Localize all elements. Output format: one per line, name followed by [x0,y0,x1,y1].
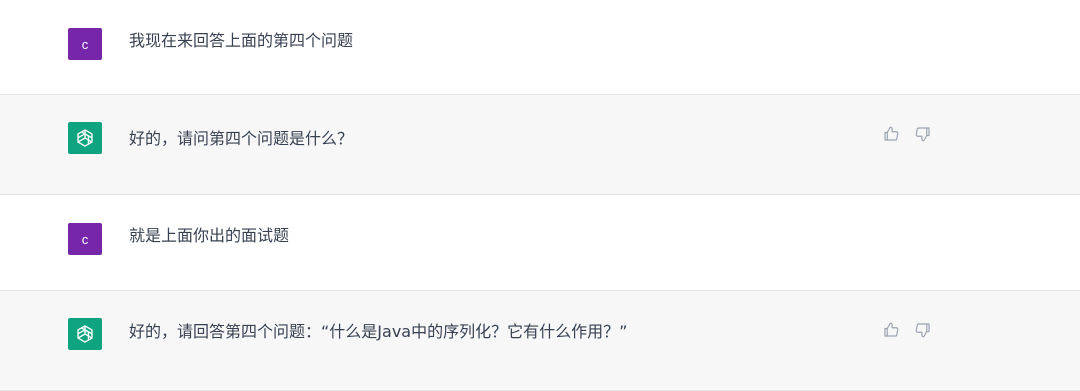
assistant-message: 好的，请问第四个问题是什么？ [0,95,1080,195]
message-text: 好的，请回答第四个问题：“什么是Java中的序列化？它有什么作用？” [129,322,628,341]
chat-thread: c 我现在来回答上面的第四个问题 好的，请问第四个问题是什么？ c 就是上面你出… [0,0,1080,391]
message-text: 我现在来回答上面的第四个问题 [129,31,354,50]
user-avatar: c [68,223,102,255]
user-message: c 我现在来回答上面的第四个问题 [0,0,1080,95]
message-text: 就是上面你出的面试题 [129,226,290,245]
user-avatar-letter: c [81,36,89,52]
assistant-avatar [68,318,102,350]
thumbs-up-icon [884,322,899,337]
feedback-actions [882,125,932,143]
user-avatar: c [68,28,102,60]
openai-logo-icon [77,129,93,147]
user-avatar-letter: c [81,231,89,247]
thumbs-down-icon [915,127,930,142]
thumbs-up-button[interactable] [882,125,900,143]
openai-logo-icon [77,325,93,343]
user-message: c 就是上面你出的面试题 [0,195,1080,291]
thumbs-down-icon [915,323,930,338]
assistant-message: 好的，请回答第四个问题：“什么是Java中的序列化？它有什么作用？” [0,291,1080,391]
feedback-actions [882,321,932,339]
thumbs-down-button[interactable] [914,321,932,339]
thumbs-down-button[interactable] [914,125,932,143]
thumbs-up-button[interactable] [882,321,900,339]
message-text: 好的，请问第四个问题是什么？ [129,129,354,148]
thumbs-up-icon [884,126,899,141]
assistant-avatar [68,122,102,154]
